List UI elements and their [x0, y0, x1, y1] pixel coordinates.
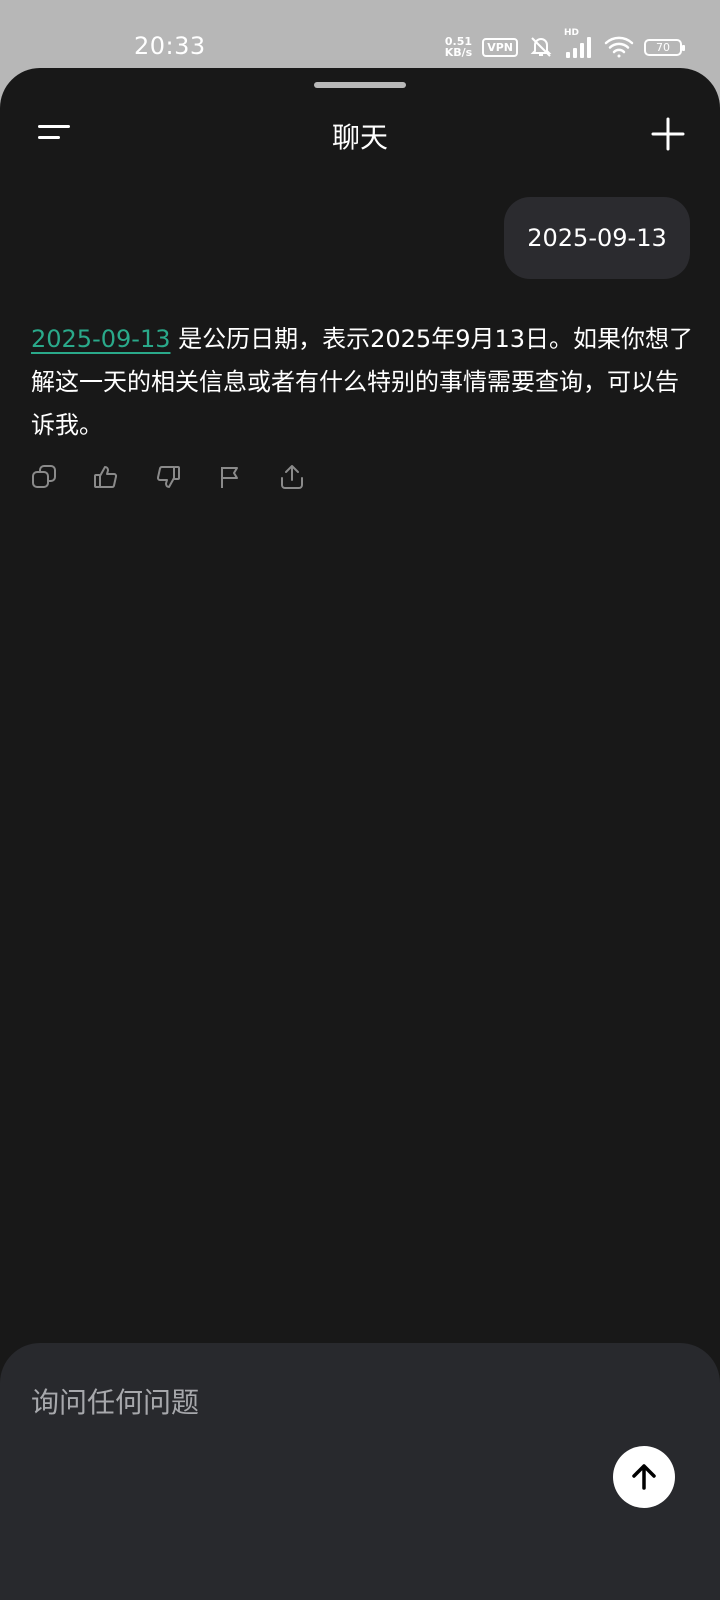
status-icons: 0.51 KB/s VPN HD 70 — [445, 28, 685, 60]
page-title: 聊天 — [331, 121, 388, 154]
thumbs-up-icon — [94, 466, 118, 488]
new-chat-button[interactable] — [646, 112, 690, 156]
share-icon — [281, 465, 303, 489]
report-button[interactable] — [216, 462, 244, 492]
send-button[interactable] — [613, 1446, 675, 1508]
thumbs-up-button[interactable] — [92, 462, 120, 492]
thumbs-down-icon — [156, 466, 180, 488]
flag-icon — [221, 467, 238, 488]
signal-icon: HD — [564, 28, 594, 60]
thumbs-down-button[interactable] — [154, 462, 182, 492]
plus-icon — [651, 117, 685, 151]
copy-icon — [32, 465, 56, 488]
share-button[interactable] — [278, 462, 306, 492]
status-time: 20:33 — [134, 32, 206, 60]
battery-icon: 70 — [644, 38, 685, 56]
user-message-bubble: 2025-09-13 — [504, 197, 690, 279]
mute-bell-icon — [530, 37, 552, 57]
copy-button[interactable] — [30, 462, 58, 492]
status-bar: 20:33 0.51 KB/s VPN HD 70 — [0, 0, 720, 68]
arrow-up-icon — [632, 1464, 656, 1490]
battery-level: 70 — [656, 40, 670, 54]
chat-sheet: 聊天 2025-09-13 2025-09-13 是公历日期，表示2025年9月… — [0, 68, 720, 1600]
composer — [0, 1343, 720, 1600]
net-speed: 0.51 KB/s — [445, 36, 472, 58]
grab-handle[interactable] — [314, 82, 406, 88]
assistant-reply: 2025-09-13 是公历日期，表示2025年9月13日。如果你想了解这一天的… — [31, 318, 693, 447]
message-actions — [30, 462, 306, 492]
vpn-badge: VPN — [482, 37, 518, 57]
net-speed-unit: KB/s — [444, 46, 473, 59]
message-input[interactable] — [31, 1377, 591, 1427]
wifi-icon — [604, 36, 634, 58]
user-message-text: 2025-09-13 — [527, 224, 667, 252]
date-link[interactable]: 2025-09-13 — [31, 325, 170, 353]
